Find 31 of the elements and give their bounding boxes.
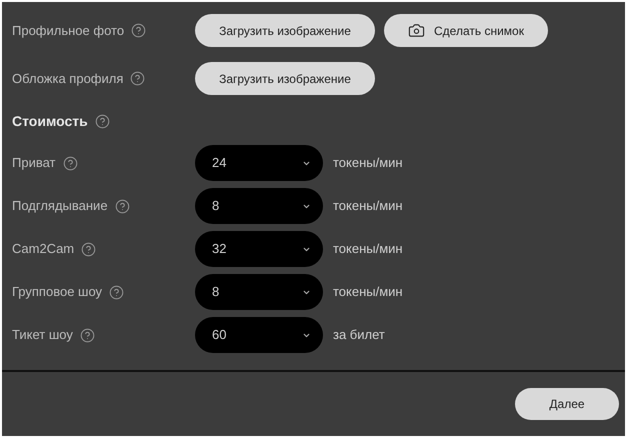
camera-icon: [408, 22, 426, 39]
price-select[interactable]: 8: [195, 188, 323, 224]
field-label: Групповое шоу: [12, 283, 102, 302]
field-label: Подглядывание: [12, 197, 108, 216]
field-label: Cam2Cam: [12, 240, 74, 258]
upload-button[interactable]: Загрузить изображение: [195, 14, 375, 47]
help-icon[interactable]: [114, 198, 130, 214]
help-icon[interactable]: [130, 71, 146, 86]
unit-label: токены/мин: [333, 283, 403, 302]
price-select[interactable]: 24: [195, 145, 323, 181]
field-label: Обложка профиля: [12, 70, 124, 88]
help-icon[interactable]: [109, 284, 124, 300]
section-heading: Стоимость: [12, 112, 88, 130]
upload-button[interactable]: Загрузить изображение: [195, 62, 375, 95]
field-label: Профильное фото: [12, 22, 124, 40]
field-label: Тикет шоу: [12, 326, 73, 344]
unit-label: токены/мин: [333, 154, 403, 172]
help-icon[interactable]: [80, 328, 95, 342]
take-photo-button[interactable]: Сделать снимок: [384, 14, 548, 47]
field-label: Приват: [12, 154, 56, 172]
unit-label: токены/мин: [333, 240, 403, 258]
price-select[interactable]: 60: [195, 317, 323, 353]
help-icon[interactable]: [81, 242, 96, 256]
help-icon[interactable]: [62, 156, 78, 170]
unit-label: токены/мин: [333, 197, 403, 216]
help-icon[interactable]: [94, 114, 110, 128]
help-icon[interactable]: [131, 23, 146, 38]
next-button[interactable]: Далее: [515, 388, 619, 420]
unit-label: за билет: [333, 326, 385, 344]
price-select[interactable]: 32: [195, 231, 323, 267]
price-select[interactable]: 8: [195, 274, 323, 310]
